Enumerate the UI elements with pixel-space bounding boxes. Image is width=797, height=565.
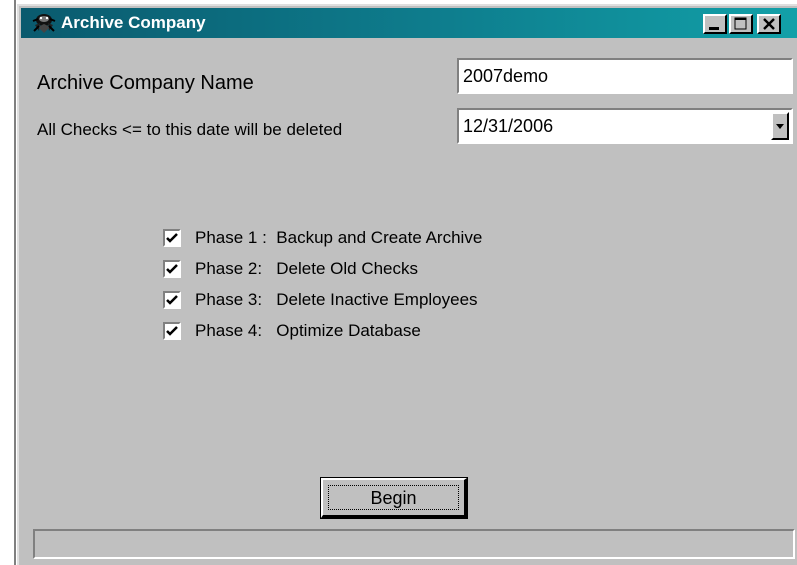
phase-3-checkbox[interactable]	[163, 291, 181, 309]
status-bar	[33, 529, 795, 559]
checkmark-icon	[166, 295, 178, 305]
close-button[interactable]	[757, 14, 781, 34]
company-name-label: Archive Company Name	[37, 72, 254, 94]
minimize-button[interactable]	[703, 14, 727, 34]
background-edge	[14, 0, 16, 565]
phase-2-label: Phase 2: Delete Old Checks	[195, 259, 419, 278]
phase-3-label: Phase 3: Delete Inactive Employees	[195, 290, 478, 309]
checkmark-icon	[166, 264, 178, 274]
cutoff-date-select[interactable]: 12/31/2006	[457, 108, 793, 144]
phase-2-checkbox[interactable]	[163, 260, 181, 278]
phase-1-checkbox[interactable]	[163, 229, 181, 247]
begin-label: Begin	[370, 488, 417, 508]
phase-4-checkbox[interactable]	[163, 322, 181, 340]
checkmark-icon	[166, 326, 178, 336]
begin-button[interactable]: Begin	[320, 477, 468, 519]
maximize-button[interactable]	[729, 14, 753, 34]
cutoff-date-value: 12/31/2006	[463, 116, 554, 136]
checkmark-icon	[166, 233, 178, 243]
title-bar[interactable]: Archive Company	[21, 8, 797, 38]
chevron-down-icon	[776, 124, 784, 129]
app-icon	[31, 11, 57, 35]
phase-1-label: Phase 1 : Backup and Create Archive	[195, 228, 483, 247]
archive-company-window: Archive Company Archive Company Name 200…	[17, 4, 797, 565]
phase-4-label: Phase 4: Optimize Database	[195, 321, 421, 340]
minimize-icon	[709, 27, 719, 30]
window-title: Archive Company	[61, 13, 206, 32]
company-name-field[interactable]: 2007demo	[457, 58, 793, 94]
cutoff-date-label: All Checks <= to this date will be delet…	[37, 120, 343, 139]
close-icon	[763, 18, 775, 30]
maximize-icon	[734, 17, 747, 30]
dropdown-button[interactable]	[771, 112, 789, 140]
